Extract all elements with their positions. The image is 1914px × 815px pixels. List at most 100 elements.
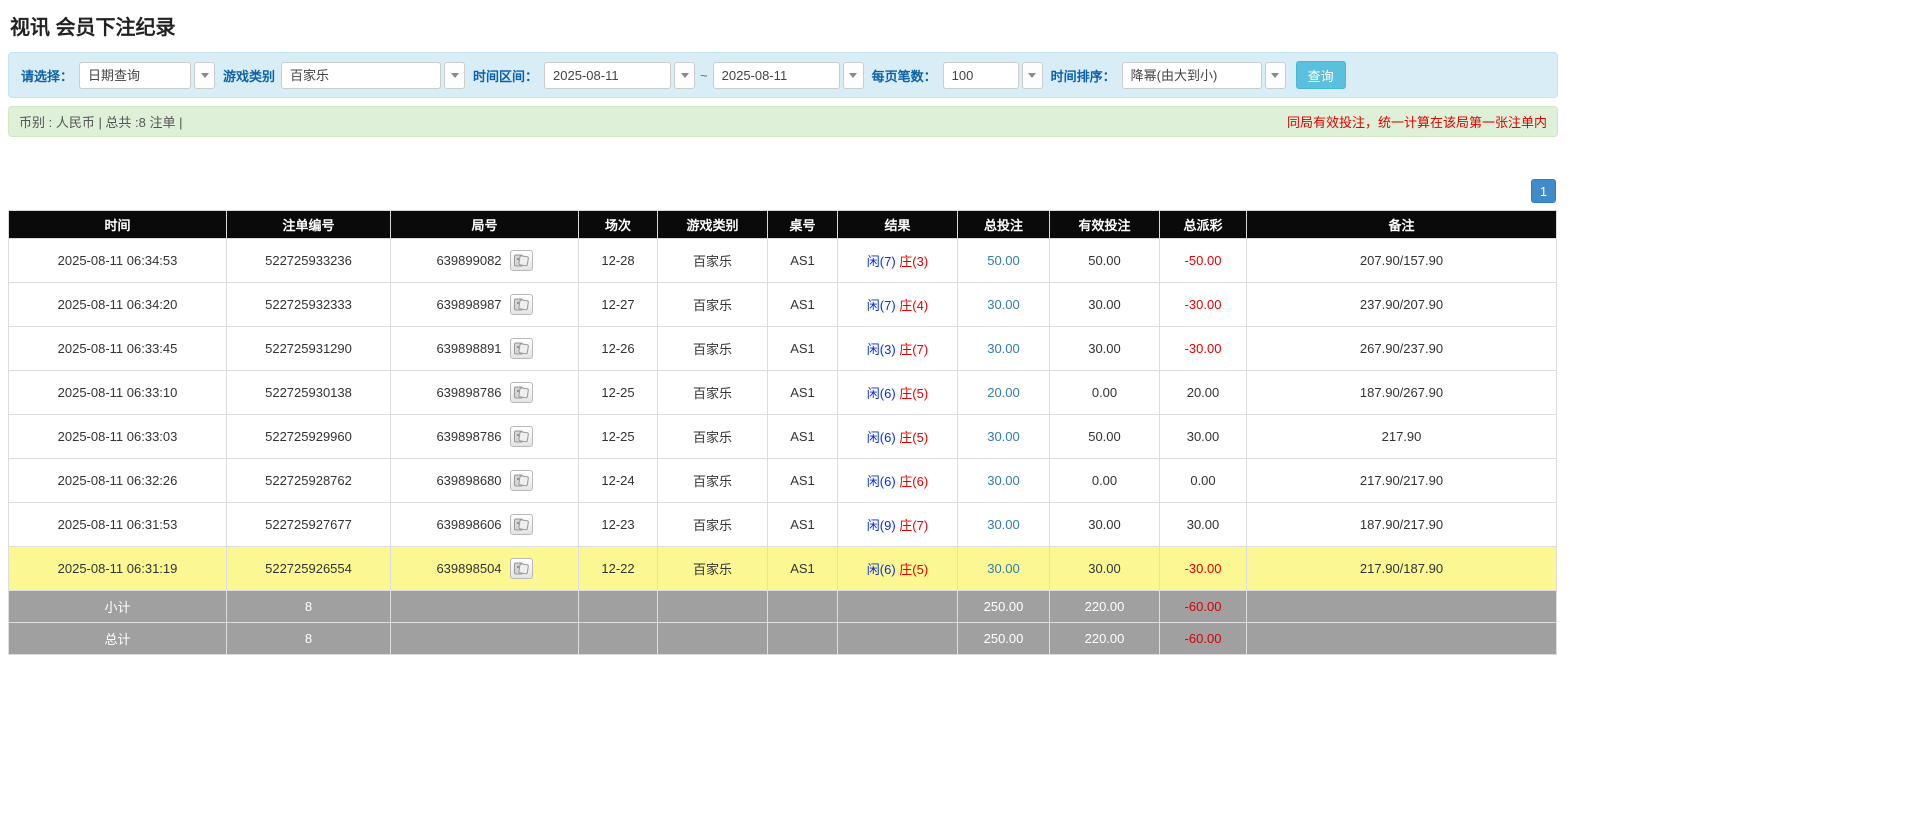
cell-remark: 217.90/187.90 <box>1247 547 1557 591</box>
table-row: 2025-08-11 06:32:26522725928762639898680… <box>9 459 1557 503</box>
view-cards-icon[interactable] <box>510 294 533 315</box>
view-cards-icon[interactable] <box>510 426 533 447</box>
cell-game-type: 百家乐 <box>658 283 768 327</box>
cell-remark: 207.90/157.90 <box>1247 239 1557 283</box>
cell-session: 12-25 <box>579 371 658 415</box>
result-player: 闲(6) <box>867 474 896 489</box>
round-number: 639898786 <box>436 429 501 444</box>
select-type-value[interactable]: 日期查询 <box>79 62 191 89</box>
page-size-dropdown[interactable]: 100 <box>943 62 1043 89</box>
result-banker: 庄(5) <box>896 386 929 401</box>
game-type-dropdown[interactable]: 百家乐 <box>281 62 465 89</box>
page-size-value[interactable]: 100 <box>943 62 1019 89</box>
cell-round: 639898504 <box>391 547 579 591</box>
date-to-value[interactable]: 2025-08-11 <box>713 62 840 89</box>
view-cards-icon[interactable] <box>510 382 533 403</box>
cell-total-bet: 30.00 <box>958 547 1050 591</box>
footer-count: 8 <box>227 623 391 655</box>
cell-total-bet: 30.00 <box>958 283 1050 327</box>
cell-bet-id: 522725933236 <box>227 239 391 283</box>
view-cards-icon[interactable] <box>510 514 533 535</box>
cell-bet-id: 522725930138 <box>227 371 391 415</box>
game-type-value[interactable]: 百家乐 <box>281 62 441 89</box>
result-player: 闲(3) <box>867 342 896 357</box>
cell-time: 2025-08-11 06:31:19 <box>9 547 227 591</box>
column-header-4: 场次 <box>579 211 658 239</box>
summary-currency-count: 币别 : 人民币 | 总共 :8 注单 | <box>19 112 183 131</box>
cell-session: 12-26 <box>579 327 658 371</box>
total-bet-link[interactable]: 30.00 <box>987 517 1020 532</box>
total-bet-link[interactable]: 30.00 <box>987 429 1020 444</box>
footer-count: 8 <box>227 591 391 623</box>
cell-payout: 30.00 <box>1160 503 1247 547</box>
cell-table-no: AS1 <box>768 503 838 547</box>
view-cards-icon[interactable] <box>510 470 533 491</box>
cell-round: 639898680 <box>391 459 579 503</box>
footer-empty <box>391 623 579 655</box>
total-bet-link[interactable]: 50.00 <box>987 253 1020 268</box>
footer-empty <box>1247 623 1557 655</box>
table-row: 2025-08-11 06:33:45522725931290639898891… <box>9 327 1557 371</box>
cell-round: 639898786 <box>391 415 579 459</box>
cell-bet-id: 522725931290 <box>227 327 391 371</box>
chevron-down-icon[interactable] <box>194 62 215 89</box>
cell-table-no: AS1 <box>768 239 838 283</box>
footer-payout: -60.00 <box>1160 591 1247 623</box>
chevron-down-icon[interactable] <box>1022 62 1043 89</box>
cell-bet-id: 522725932333 <box>227 283 391 327</box>
chevron-down-icon[interactable] <box>1265 62 1286 89</box>
cell-valid-bet: 0.00 <box>1050 459 1160 503</box>
query-button[interactable]: 查询 <box>1296 61 1346 89</box>
time-sort-value[interactable]: 降幂(由大到小) <box>1122 62 1262 89</box>
page-button-1[interactable]: 1 <box>1531 179 1556 203</box>
total-bet-link[interactable]: 30.00 <box>987 561 1020 576</box>
footer-empty <box>391 591 579 623</box>
footer-empty <box>579 591 658 623</box>
time-sort-dropdown[interactable]: 降幂(由大到小) <box>1122 62 1286 89</box>
summary-notice: 同局有效投注，统一计算在该局第一张注单内 <box>1287 112 1547 131</box>
cell-round: 639898987 <box>391 283 579 327</box>
total-bet-link[interactable]: 30.00 <box>987 473 1020 488</box>
date-from-dropdown[interactable]: 2025-08-11 <box>544 62 695 89</box>
view-cards-icon[interactable] <box>510 558 533 579</box>
table-row: 2025-08-11 06:31:19522725926554639898504… <box>9 547 1557 591</box>
page-title: 视讯 会员下注纪录 <box>10 11 1558 40</box>
select-type-dropdown[interactable]: 日期查询 <box>79 62 215 89</box>
chevron-down-icon[interactable] <box>843 62 864 89</box>
date-from-value[interactable]: 2025-08-11 <box>544 62 671 89</box>
view-cards-icon[interactable] <box>510 250 533 271</box>
cell-payout: -30.00 <box>1160 547 1247 591</box>
subtotal-row: 小计8250.00220.00-60.00 <box>9 591 1557 623</box>
footer-valid-bet: 220.00 <box>1050 623 1160 655</box>
cell-result: 闲(6) 庄(5) <box>838 547 958 591</box>
total-bet-link[interactable]: 30.00 <box>987 297 1020 312</box>
cell-remark: 217.90/217.90 <box>1247 459 1557 503</box>
result-player: 闲(6) <box>867 430 896 445</box>
footer-empty <box>768 623 838 655</box>
cell-table-no: AS1 <box>768 327 838 371</box>
table-header-row: 时间注单编号局号场次游戏类别桌号结果总投注有效投注总派彩备注 <box>9 211 1557 239</box>
chevron-down-icon[interactable] <box>444 62 465 89</box>
cell-result: 闲(6) 庄(6) <box>838 459 958 503</box>
cell-payout: -50.00 <box>1160 239 1247 283</box>
cell-session: 12-27 <box>579 283 658 327</box>
cell-remark: 237.90/207.90 <box>1247 283 1557 327</box>
footer-payout: -60.00 <box>1160 623 1247 655</box>
cell-remark: 187.90/217.90 <box>1247 503 1557 547</box>
cell-valid-bet: 50.00 <box>1050 415 1160 459</box>
total-bet-link[interactable]: 20.00 <box>987 385 1020 400</box>
total-bet-link[interactable]: 30.00 <box>987 341 1020 356</box>
table-row: 2025-08-11 06:33:03522725929960639898786… <box>9 415 1557 459</box>
column-header-9: 有效投注 <box>1050 211 1160 239</box>
column-header-3: 局号 <box>391 211 579 239</box>
game-type-label: 游戏类别 <box>223 66 275 85</box>
cell-bet-id: 522725927677 <box>227 503 391 547</box>
column-header-2: 注单编号 <box>227 211 391 239</box>
cell-bet-id: 522725928762 <box>227 459 391 503</box>
date-to-dropdown[interactable]: 2025-08-11 <box>713 62 864 89</box>
chevron-down-icon[interactable] <box>674 62 695 89</box>
cell-remark: 267.90/237.90 <box>1247 327 1557 371</box>
cell-table-no: AS1 <box>768 547 838 591</box>
result-banker: 庄(7) <box>896 518 929 533</box>
view-cards-icon[interactable] <box>510 338 533 359</box>
